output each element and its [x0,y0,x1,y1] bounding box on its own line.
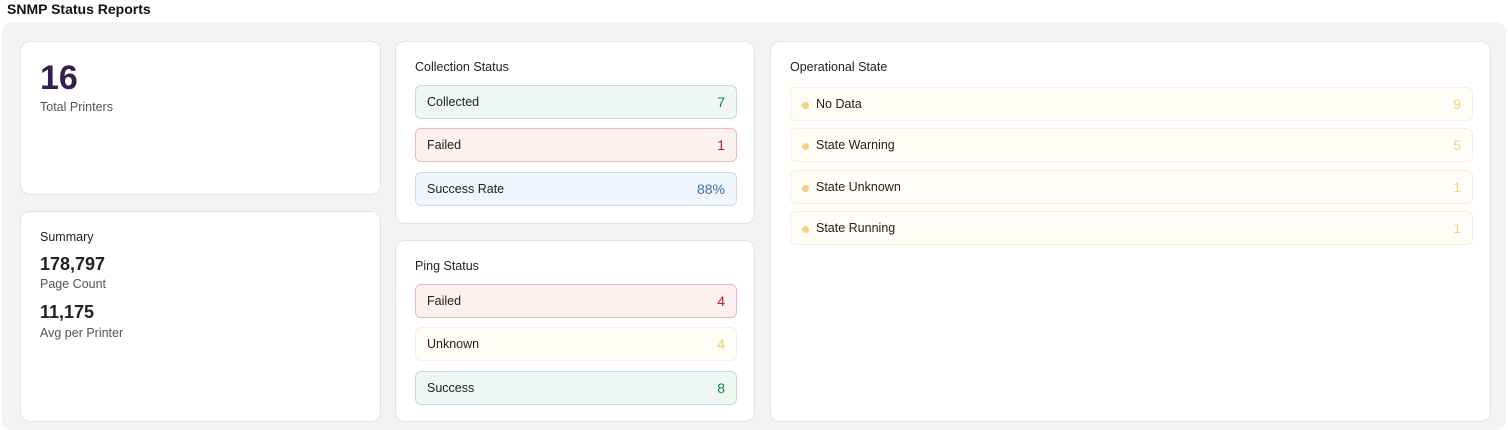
dot-icon [802,226,809,233]
row-value: 1 [1453,220,1461,236]
op-row-state-unknown: State Unknown 1 [790,170,1473,204]
collection-row-success-rate: Success Rate 88% [415,172,737,206]
row-label: State Warning [816,138,895,152]
ping-row-success: Success 8 [415,371,737,405]
row-label: State Running [816,221,896,235]
operational-state-card: Operational State No Data 9 State Warnin… [770,41,1491,422]
dot-icon [802,102,809,109]
ping-row-failed: Failed 4 [415,284,737,318]
page-title: SNMP Status Reports [7,1,151,17]
row-label: Unknown [427,337,480,351]
collection-row-failed: Failed 1 [415,128,737,162]
ping-status-card: Ping Status Failed 4 Unknown 4 Success 8 [395,240,755,422]
row-value: 1 [717,137,725,153]
operational-state-title: Operational State [790,60,888,74]
total-printers-label: Total Printers [40,100,113,114]
summary-title: Summary [40,230,94,244]
op-row-no-data: No Data 9 [790,87,1473,121]
collection-row-collected: Collected 7 [415,85,737,119]
page-count-value: 178,797 [40,254,106,274]
row-value: 4 [717,293,725,309]
op-row-state-warning: State Warning 5 [790,128,1473,162]
row-label: No Data [816,97,862,111]
dot-icon [802,143,809,150]
op-row-state-running: State Running 1 [790,211,1473,245]
avg-per-printer-label: Avg per Printer [40,326,124,340]
row-value: 5 [1453,137,1461,153]
row-value: 88% [696,181,725,197]
row-label: Failed [427,138,462,152]
collection-status-title: Collection Status [415,60,509,74]
dashboard-panel: 16 Total Printers Summary 178,797 Page C… [2,22,1506,430]
ping-row-unknown: Unknown 4 [415,327,737,361]
total-printers-value: 16 [40,59,78,97]
row-value: 9 [1453,96,1461,112]
row-label: Success Rate [427,182,505,196]
dot-icon [802,185,809,192]
row-label: Success [427,381,475,395]
row-value: 1 [1453,179,1461,195]
ping-status-title: Ping Status [415,259,479,273]
total-printers-card: 16 Total Printers [20,41,381,195]
page-count-label: Page Count [40,277,107,291]
row-label: Collected [427,95,480,109]
collection-status-card: Collection Status Collected 7 Failed 1 S… [395,41,755,224]
row-value: 8 [717,380,725,396]
row-value: 4 [717,336,725,352]
row-label: Failed [427,294,462,308]
avg-per-printer-value: 11,175 [40,302,95,322]
row-label: State Unknown [816,180,901,194]
summary-card: Summary 178,797 Page Count 11,175 Avg pe… [20,211,381,422]
row-value: 7 [717,94,725,110]
